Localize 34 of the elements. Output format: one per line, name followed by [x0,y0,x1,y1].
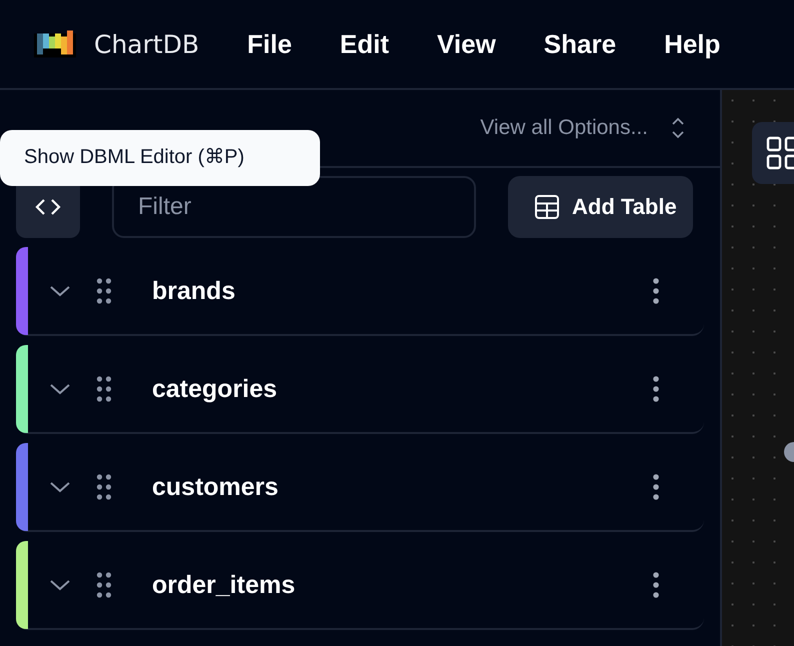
table-row[interactable]: categories [16,346,704,434]
options-dropdown[interactable]: View all Options... [474,115,692,141]
more-options-icon[interactable] [652,473,660,501]
drag-handle-icon[interactable] [96,278,112,304]
menu-item[interactable]: View [413,28,520,60]
table-icon [534,194,560,220]
table-name: brands [152,276,236,306]
code-icon [33,197,63,217]
drag-handle-icon[interactable] [96,572,112,598]
more-options-icon[interactable] [652,277,660,305]
updown-chevron-icon [670,116,686,140]
chevron-down-icon[interactable] [48,480,72,494]
chevron-down-icon[interactable] [48,578,72,592]
menu-item[interactable]: Edit [316,28,414,60]
table-name: order_items [152,570,296,600]
more-options-icon[interactable] [652,375,660,403]
chevron-down-icon[interactable] [48,284,72,298]
table-row[interactable]: order_items [16,542,704,630]
add-table-button[interactable]: Add Table [508,176,693,238]
drag-handle-icon[interactable] [96,376,112,402]
more-options-icon[interactable] [652,571,660,599]
menu-item[interactable]: Help [640,28,744,60]
tooltip: Show DBML Editor (⌘P) [0,130,320,186]
drag-handle-icon[interactable] [96,474,112,500]
table-row[interactable]: customers [16,444,704,532]
app-name: ChartDB [94,30,200,58]
chevron-down-icon[interactable] [48,382,72,396]
table-row[interactable]: brands [16,248,704,336]
grid-icon [766,136,794,170]
logo-icon [34,30,76,58]
table-name: categories [152,374,278,404]
menu-item[interactable]: Share [520,28,640,60]
table-name: customers [152,472,280,502]
menu-item[interactable]: File [223,28,316,60]
